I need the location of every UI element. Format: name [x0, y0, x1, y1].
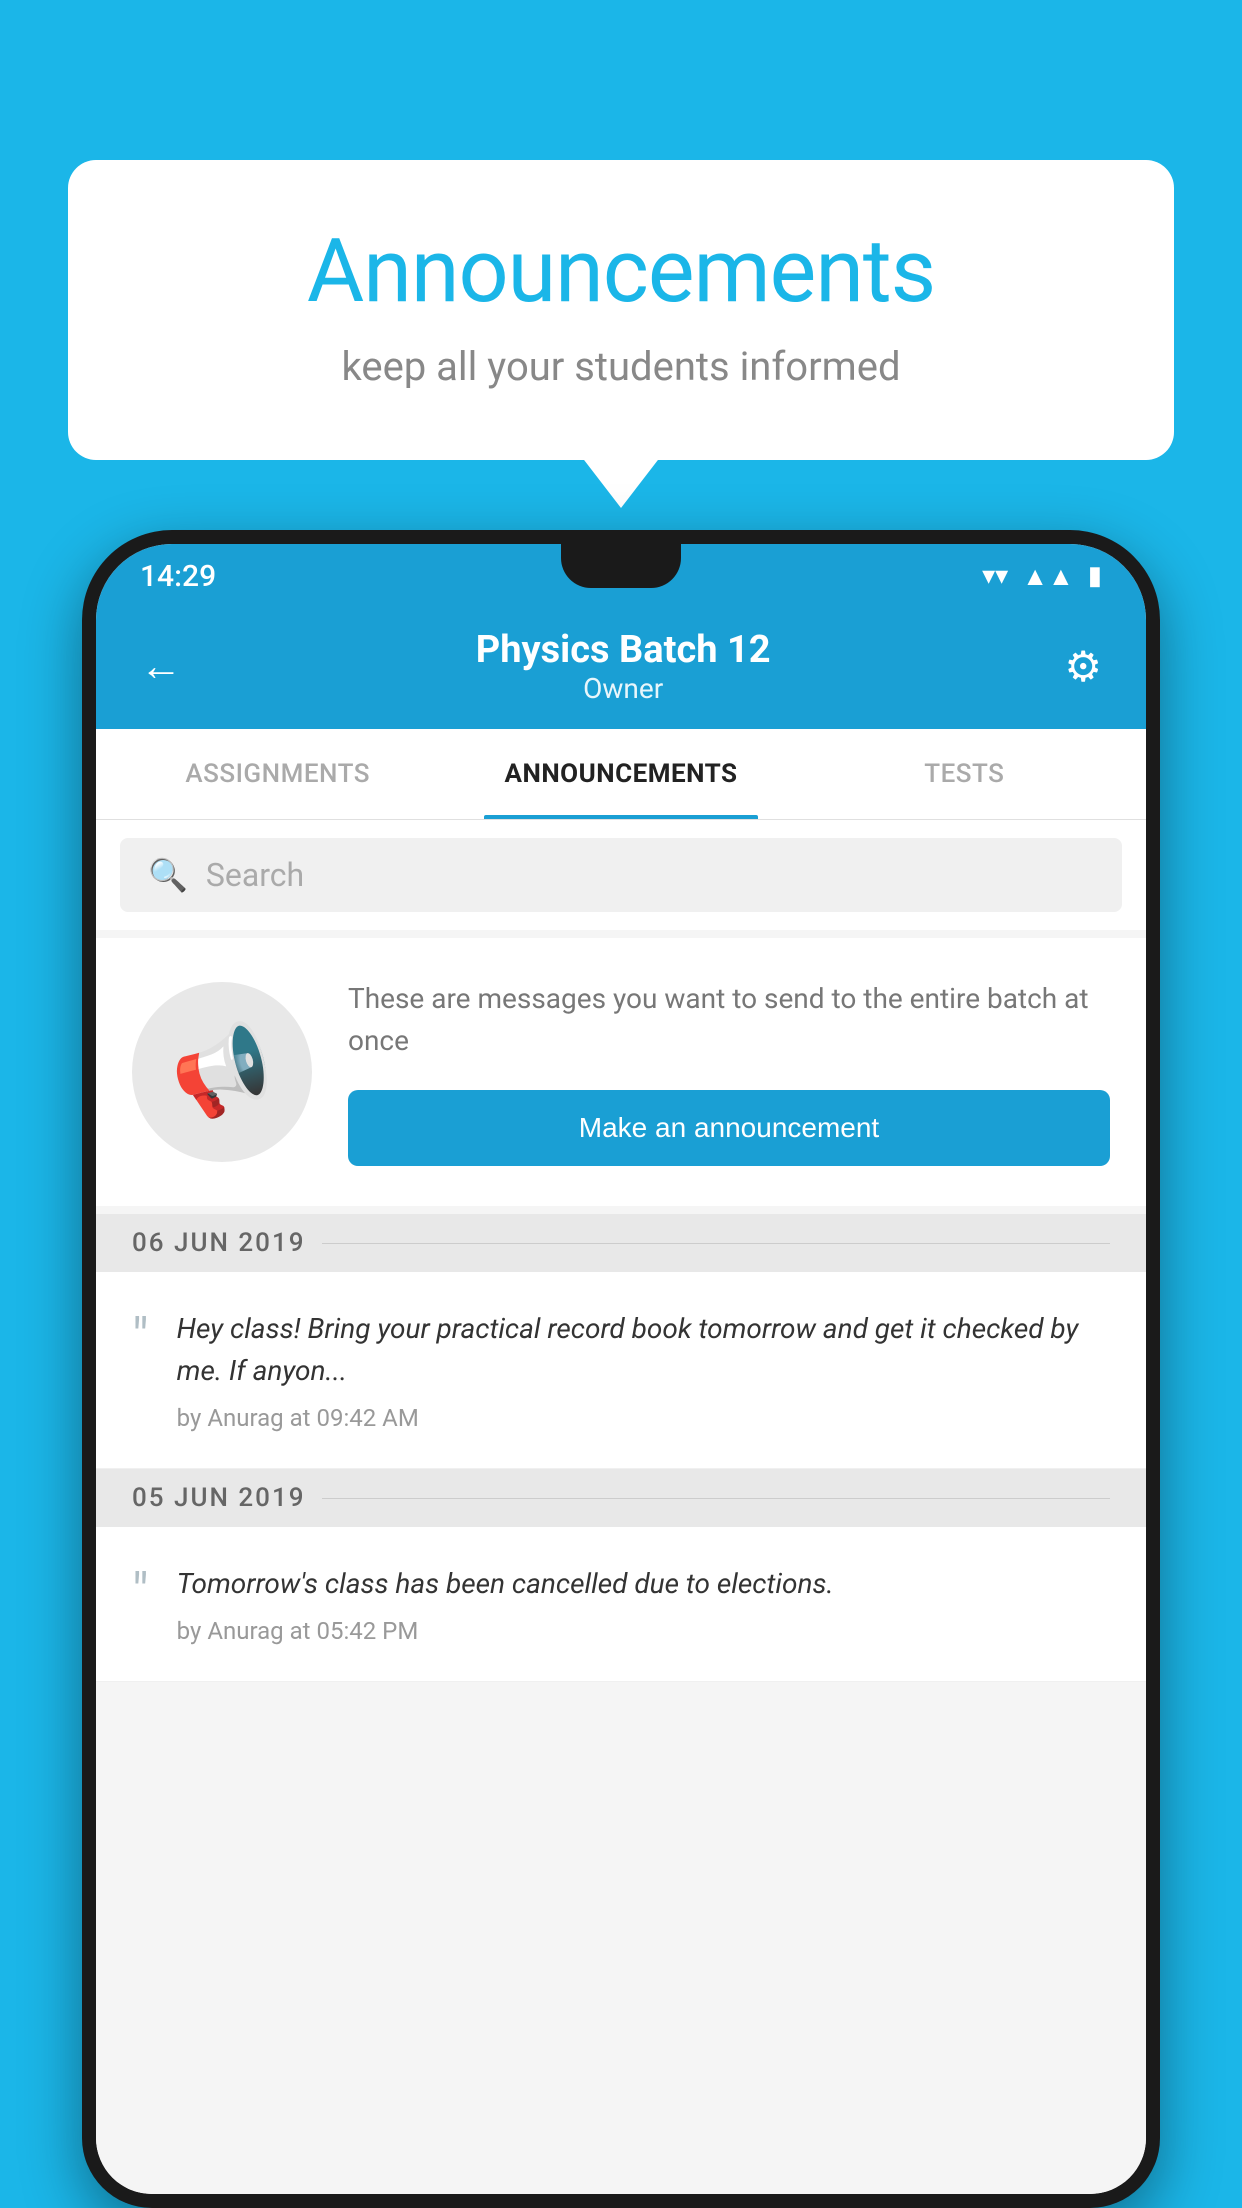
speech-bubble-card: Announcements keep all your students inf… — [68, 160, 1174, 460]
announcement-text-1: Hey class! Bring your practical record b… — [177, 1308, 1110, 1392]
back-button[interactable]: ← — [140, 642, 182, 691]
tab-announcements[interactable]: ANNOUNCEMENTS — [449, 729, 792, 819]
battery-icon: ▮ — [1088, 561, 1102, 591]
status-time: 14:29 — [140, 559, 216, 594]
quote-icon-1: " — [132, 1312, 149, 1432]
announcement-item-1[interactable]: " Hey class! Bring your practical record… — [96, 1272, 1146, 1469]
announcement-content-2: Tomorrow's class has been cancelled due … — [177, 1563, 1110, 1645]
tab-assignments[interactable]: ASSIGNMENTS — [106, 729, 449, 819]
date-separator-2: 05 JUN 2019 — [96, 1469, 1146, 1527]
content-area: 🔍 Search 📢 These are messages you want t… — [96, 820, 1146, 2194]
promo-description: These are messages you want to send to t… — [348, 978, 1110, 1062]
megaphone-icon: 📢 — [162, 1014, 283, 1131]
make-announcement-button[interactable]: Make an announcement — [348, 1090, 1110, 1166]
announcement-text-2: Tomorrow's class has been cancelled due … — [177, 1563, 1110, 1605]
header-title: Physics Batch 12 — [476, 628, 771, 672]
announcement-meta-1: by Anurag at 09:42 AM — [177, 1404, 1110, 1432]
quote-icon-2: " — [132, 1567, 149, 1645]
promo-card: 📢 These are messages you want to send to… — [96, 938, 1146, 1206]
bubble-title: Announcements — [148, 220, 1094, 323]
status-icons: ▾▾ ▲▲ ▮ — [982, 561, 1102, 592]
announcement-content-1: Hey class! Bring your practical record b… — [177, 1308, 1110, 1432]
date-label-2: 05 JUN 2019 — [132, 1483, 306, 1513]
speech-bubble-section: Announcements keep all your students inf… — [68, 160, 1174, 460]
bubble-subtitle: keep all your students informed — [148, 343, 1094, 390]
tab-tests[interactable]: TESTS — [793, 729, 1136, 819]
date-separator-1: 06 JUN 2019 — [96, 1214, 1146, 1272]
search-container: 🔍 Search — [96, 820, 1146, 930]
gear-icon[interactable]: ⚙ — [1064, 642, 1102, 692]
date-line — [322, 1243, 1111, 1244]
search-bar[interactable]: 🔍 Search — [120, 838, 1122, 912]
phone-screen: 14:29 ▾▾ ▲▲ ▮ ← Physics Batch 12 Owner ⚙… — [96, 544, 1146, 2194]
search-icon: 🔍 — [148, 856, 188, 894]
header-subtitle: Owner — [476, 672, 771, 705]
promo-right: These are messages you want to send to t… — [348, 978, 1110, 1166]
phone-mockup: 14:29 ▾▾ ▲▲ ▮ ← Physics Batch 12 Owner ⚙… — [82, 530, 1160, 2208]
header-title-group: Physics Batch 12 Owner — [476, 628, 771, 705]
search-placeholder: Search — [206, 856, 304, 894]
wifi-icon: ▾▾ — [982, 561, 1008, 591]
signal-icon: ▲▲ — [1022, 561, 1073, 592]
promo-icon-circle: 📢 — [132, 982, 312, 1162]
date-line-2 — [322, 1498, 1111, 1499]
status-bar: 14:29 ▾▾ ▲▲ ▮ — [96, 544, 1146, 608]
notch — [561, 544, 681, 588]
announcement-item-2[interactable]: " Tomorrow's class has been cancelled du… — [96, 1527, 1146, 1682]
date-label-1: 06 JUN 2019 — [132, 1228, 306, 1258]
announcement-meta-2: by Anurag at 05:42 PM — [177, 1617, 1110, 1645]
tab-bar: ASSIGNMENTS ANNOUNCEMENTS TESTS — [96, 729, 1146, 820]
app-header: ← Physics Batch 12 Owner ⚙ — [96, 608, 1146, 729]
